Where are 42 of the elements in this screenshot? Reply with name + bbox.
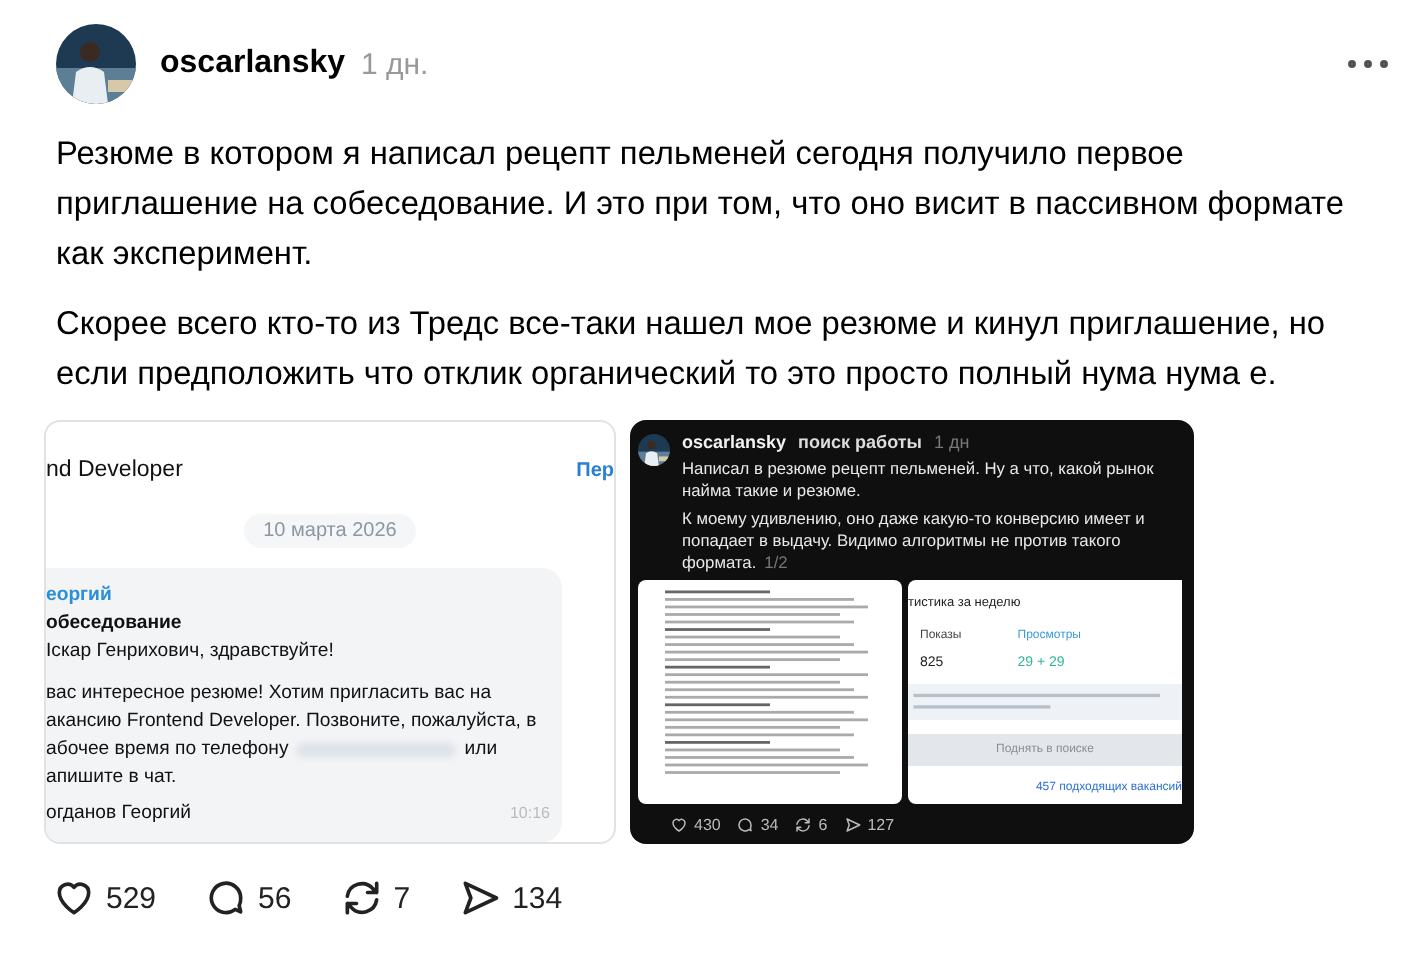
- avatar[interactable]: [56, 24, 136, 104]
- action-count: 430: [694, 816, 721, 834]
- message-text: акансию Frontend Developer. Позвоните, пожалуйста, в: [46, 710, 539, 732]
- heart-icon[interactable]: [52, 876, 96, 920]
- post-text: К моему удивлению, оно даже какую-то конверсию имеет и попадает в выдачу. Видимо алгоритмы не против такого формата. 1/2: [682, 508, 1147, 574]
- message-subject: обеседование: [46, 612, 184, 634]
- send-icon[interactable]: [458, 876, 503, 920]
- action-count: 127: [867, 816, 895, 834]
- author-name[interactable]: oscarlansky: [160, 46, 346, 82]
- message-time: 10:16: [509, 804, 550, 822]
- post-time: 1 дн: [933, 432, 970, 452]
- message-text: Іскар Генрихович, здравствуйте!: [46, 640, 336, 662]
- repost-icon[interactable]: [339, 876, 384, 920]
- send-icon[interactable]: [843, 816, 862, 834]
- action-count: 529: [106, 881, 157, 915]
- repost-icon[interactable]: [794, 816, 813, 834]
- message-text: абочее время по телефону: [46, 738, 289, 760]
- comment-icon[interactable]: [736, 816, 755, 834]
- heart-icon[interactable]: [670, 816, 688, 834]
- chat-title: nd Developer: [46, 458, 183, 482]
- avatar[interactable]: [638, 434, 670, 466]
- action-count: 56: [258, 881, 292, 915]
- message-text: или: [464, 738, 498, 760]
- header-link: Пер: [576, 459, 614, 481]
- message-text: вас интересное резюме! Хотим пригласить вас на: [46, 682, 494, 704]
- post-time: 1 дн.: [361, 47, 429, 81]
- thread-screenshot[interactable]: [630, 420, 1194, 844]
- chat-screenshot[interactable]: [44, 420, 616, 844]
- action-count: 6: [818, 816, 828, 834]
- more-icon[interactable]: [1346, 58, 1390, 70]
- date-label: 10 марта 2026: [243, 514, 417, 548]
- action-count: 34: [760, 816, 779, 834]
- message-signature: огданов Георгий: [46, 802, 192, 824]
- action-count: 134: [512, 881, 563, 915]
- post-text: Написал в резюме рецепт пельменей. Ну а что, какой рынок найма такие и резюме.: [682, 458, 1156, 502]
- topic-label: поиск работы: [798, 432, 922, 452]
- author-name: oscarlansky: [682, 432, 787, 452]
- message-text: апишите в чат.: [46, 766, 179, 788]
- post-text: Резюме в котором я написал рецепт пельменей сегодня получило первое приглашение на собеседование. И это при том, что оно висит в пассивном формате как эксперимент.: [54, 134, 1346, 276]
- action-count: 7: [393, 881, 411, 915]
- sender-name: еоргий: [46, 584, 114, 606]
- post-text: Скорее всего кто-то из Тредс все-таки нашел мое резюме и кинул приглашение, но если предположить что отклик органический то это просто полный нума нума е.: [54, 304, 1328, 396]
